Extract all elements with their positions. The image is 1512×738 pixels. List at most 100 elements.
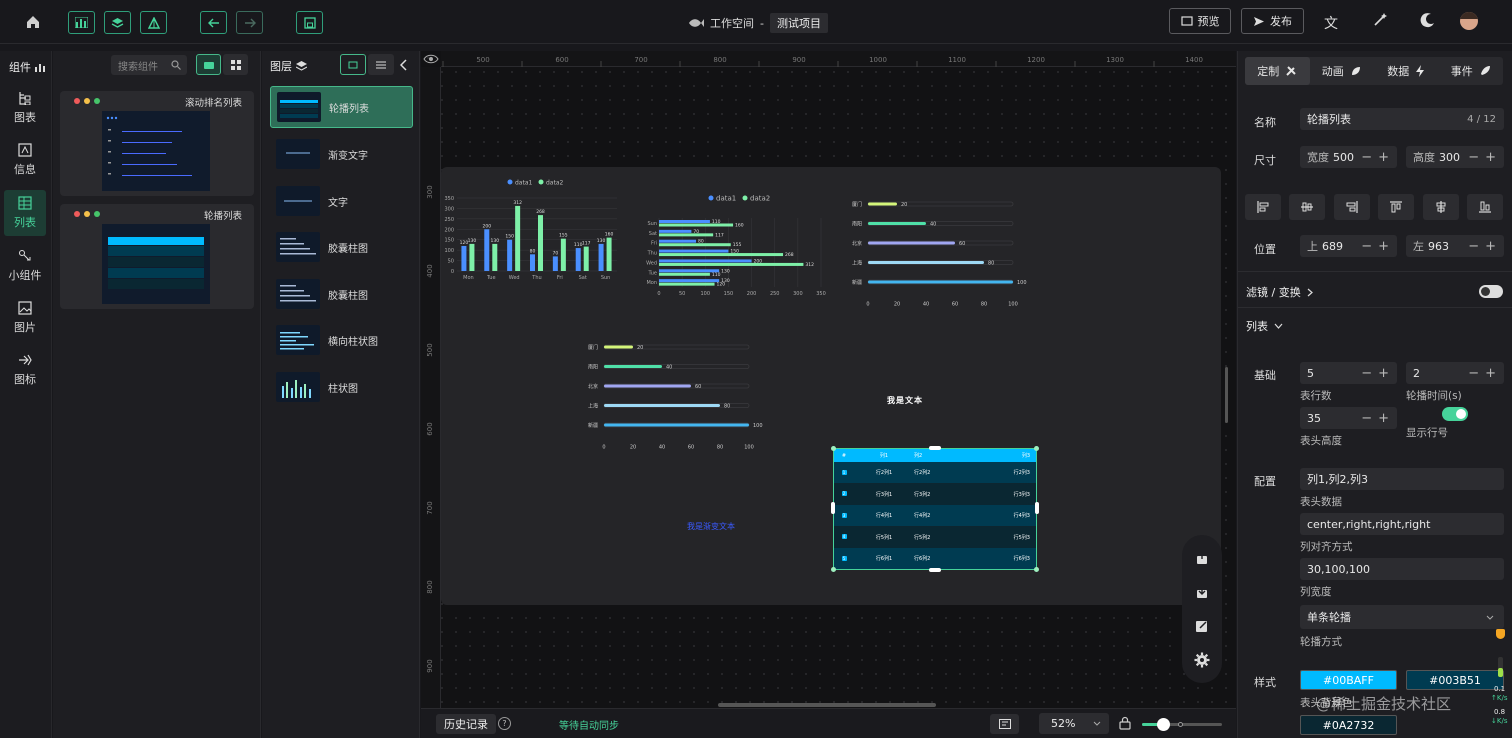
align-top-button[interactable]	[1378, 194, 1414, 220]
tab-animation[interactable]: 动画	[1310, 57, 1375, 85]
moon-icon[interactable]	[1420, 12, 1436, 31]
align-input[interactable]: center,right,right,right	[1300, 513, 1504, 535]
zoom-select[interactable]: 52%	[1039, 713, 1109, 734]
plus-icon[interactable]: +	[1485, 150, 1496, 165]
layer-item[interactable]: 渐变文字	[270, 133, 413, 175]
nav-item-info[interactable]: 信息	[4, 137, 46, 183]
minus-icon[interactable]: −	[1468, 239, 1479, 254]
zoom-slider[interactable]	[1142, 718, 1222, 731]
nav-item-charts[interactable]: 图表	[4, 85, 46, 131]
thumbnail-view-button[interactable]	[340, 54, 366, 75]
stepper-controls[interactable]: − +	[1361, 411, 1389, 426]
resize-handle[interactable]	[831, 446, 836, 451]
col-width-input[interactable]: 30,100,100	[1300, 558, 1504, 580]
publish-button[interactable]: 发布	[1241, 8, 1304, 34]
stepper-controls[interactable]: − +	[1468, 366, 1496, 381]
plus-icon[interactable]: +	[1378, 411, 1389, 426]
zoom-slider-thumb[interactable]	[1157, 718, 1170, 731]
height-stepper[interactable]: 高度 300 − +	[1406, 146, 1504, 168]
top-stepper[interactable]: 上 689 − +	[1300, 235, 1397, 257]
export-icon[interactable]	[1192, 548, 1212, 568]
import-icon[interactable]	[1192, 582, 1212, 602]
vertical-scrollbar[interactable]	[1225, 367, 1228, 423]
translate-icon[interactable]: 文	[1324, 13, 1338, 33]
component-card-carousel-list[interactable]: 轮播列表	[60, 204, 254, 309]
header-data-input[interactable]: 列1,列2,列3	[1300, 468, 1504, 490]
left-stepper[interactable]: 左 963 − +	[1406, 235, 1504, 257]
help-icon[interactable]: ?	[498, 717, 511, 730]
undo-button[interactable]	[200, 11, 227, 34]
preview-button[interactable]: 预览	[1169, 8, 1231, 34]
save-button[interactable]	[296, 11, 323, 34]
filter-toggle[interactable]	[1479, 285, 1503, 298]
even-row-color-swatch[interactable]: #0A2732	[1300, 715, 1397, 735]
gradient-text-widget[interactable]: 我是渐变文本	[687, 521, 735, 532]
carousel-mode-select[interactable]: 单条轮播	[1300, 605, 1504, 629]
minus-icon[interactable]: −	[1361, 150, 1372, 165]
stepper-controls[interactable]: − +	[1361, 366, 1389, 381]
plus-icon[interactable]: +	[1485, 366, 1496, 381]
charts-toggle-button[interactable]	[68, 11, 95, 34]
grid-view-button[interactable]	[223, 54, 248, 75]
width-stepper[interactable]: 宽度 500 − +	[1300, 146, 1397, 168]
show-index-toggle[interactable]	[1442, 407, 1468, 421]
nav-item-widgets[interactable]: 小组件	[4, 243, 46, 289]
redo-button[interactable]	[236, 11, 263, 34]
resize-handle[interactable]	[1035, 502, 1039, 514]
single-view-button[interactable]	[196, 54, 221, 75]
project-name[interactable]: 测试项目	[769, 13, 828, 33]
resize-handle[interactable]	[831, 502, 835, 514]
stepper-controls[interactable]: − +	[1361, 150, 1389, 165]
layers-toggle-button[interactable]	[104, 11, 131, 34]
plus-icon[interactable]: +	[1378, 239, 1389, 254]
chevron-left-icon[interactable]	[399, 59, 408, 74]
list-section-header[interactable]: 列表	[1246, 318, 1283, 334]
text-widget[interactable]: 我是文本	[887, 395, 923, 406]
tab-custom[interactable]: 定制	[1245, 57, 1310, 85]
eye-icon[interactable]	[423, 53, 439, 68]
minus-icon[interactable]: −	[1361, 366, 1372, 381]
align-left-button[interactable]	[1245, 194, 1281, 220]
history-button[interactable]: 历史记录	[436, 714, 496, 734]
magic-wand-icon[interactable]	[1372, 12, 1388, 31]
stepper-controls[interactable]: − +	[1468, 150, 1496, 165]
plus-icon[interactable]: +	[1485, 239, 1496, 254]
layer-item[interactable]: 柱状图	[270, 366, 413, 408]
table-row[interactable]: 4 行5列1 行5列2 行5列3	[834, 526, 1036, 548]
component-card-ranking-list[interactable]: 滚动排名列表	[60, 91, 254, 196]
stepper-controls[interactable]: − +	[1361, 239, 1389, 254]
align-bottom-button[interactable]	[1467, 194, 1503, 220]
tab-events[interactable]: 事件	[1439, 57, 1504, 85]
home-icon[interactable]	[24, 13, 42, 31]
filter-section-header[interactable]: 滤镜 / 变换	[1246, 284, 1313, 300]
settings-gear-icon[interactable]	[1192, 650, 1212, 670]
interval-stepper[interactable]: 2 − +	[1406, 362, 1504, 384]
minimap-button[interactable]	[990, 714, 1019, 734]
minus-icon[interactable]: −	[1468, 150, 1479, 165]
align-right-button[interactable]	[1334, 194, 1370, 220]
layer-item[interactable]: 胶囊柱图	[270, 273, 413, 315]
header-height-stepper[interactable]: 35 − +	[1300, 407, 1397, 429]
minus-icon[interactable]: −	[1361, 411, 1372, 426]
resize-handle[interactable]	[1034, 446, 1039, 451]
layer-item[interactable]: 文字	[270, 180, 413, 222]
plus-icon[interactable]: +	[1378, 366, 1389, 381]
align-hcenter-button[interactable]	[1289, 194, 1325, 220]
stepper-controls[interactable]: − +	[1468, 239, 1496, 254]
nav-item-images[interactable]: 图片	[4, 295, 46, 341]
layer-item[interactable]: 胶囊柱图	[270, 226, 413, 268]
horizontal-scrollbar[interactable]	[718, 703, 936, 707]
table-row[interactable]: 2 行3列1 行3列2 行3列3	[834, 483, 1036, 505]
minus-icon[interactable]: −	[1361, 239, 1372, 254]
resize-handle[interactable]	[929, 568, 941, 572]
search-input[interactable]: 搜索组件	[111, 55, 187, 75]
table-row[interactable]: 5 行6列1 行6列2 行6列3	[834, 548, 1036, 569]
table-row[interactable]: 3 行4列1 行4列2 行4列3	[834, 505, 1036, 526]
plus-icon[interactable]: +	[1378, 150, 1389, 165]
tab-data[interactable]: 数据	[1374, 57, 1439, 85]
nav-item-icons[interactable]: 图标	[4, 347, 46, 393]
nav-item-list[interactable]: 列表	[4, 190, 46, 236]
resize-handle[interactable]	[1034, 567, 1039, 572]
rows-stepper[interactable]: 5 − +	[1300, 362, 1397, 384]
name-input[interactable]: 轮播列表 4 / 12	[1300, 108, 1504, 130]
